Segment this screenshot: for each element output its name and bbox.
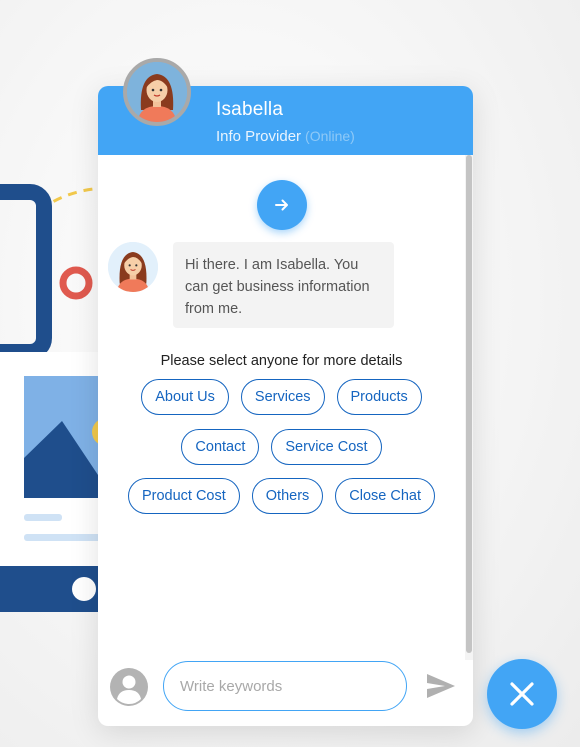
options-row: Product Cost Others Close Chat: [98, 478, 465, 514]
option-about-us[interactable]: About Us: [141, 379, 229, 415]
close-icon: [510, 682, 534, 706]
chat-footer: [98, 660, 473, 726]
option-close-chat[interactable]: Close Chat: [335, 478, 436, 514]
options-row: About Us Services Products: [98, 379, 465, 415]
options-row: Contact Service Cost: [98, 429, 465, 465]
option-products[interactable]: Products: [336, 379, 422, 415]
arrow-right-icon: [275, 199, 288, 211]
agent-role-label: Info Provider: [216, 128, 302, 145]
bot-avatar: [108, 242, 158, 292]
option-service-cost[interactable]: Service Cost: [271, 429, 382, 465]
start-button[interactable]: [257, 180, 307, 230]
option-contact[interactable]: Contact: [181, 429, 260, 465]
option-others[interactable]: Others: [251, 478, 324, 514]
chat-body: Hi there. I am Isabella. You can get bus…: [98, 155, 473, 660]
scrollbar[interactable]: [465, 155, 473, 660]
scrollbar-thumb[interactable]: [466, 155, 472, 653]
agent-name: Isabella: [216, 99, 284, 120]
user-icon: [110, 668, 148, 706]
chat-header: Isabella Info Provider (Online): [98, 58, 473, 155]
agent-status: (Online): [305, 128, 355, 144]
option-services[interactable]: Services: [240, 379, 325, 415]
options-prompt: Please select anyone for more details: [160, 353, 403, 369]
chat-widget: Isabella Info Provider (Online) Hi there…: [98, 58, 473, 726]
keyword-input[interactable]: [163, 661, 407, 711]
option-product-cost[interactable]: Product Cost: [127, 478, 240, 514]
close-chat-button[interactable]: [487, 659, 557, 729]
agent-avatar: [123, 58, 191, 126]
bot-message: Hi there. I am Isabella. You can get bus…: [173, 242, 394, 328]
send-icon[interactable]: [425, 672, 457, 700]
agent-role: Info Provider (Online): [216, 128, 355, 145]
